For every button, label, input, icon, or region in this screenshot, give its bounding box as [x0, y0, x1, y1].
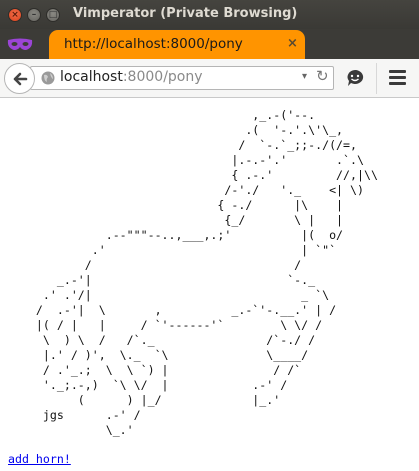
tab-title: http://localhost:8000/pony [64, 36, 243, 52]
reload-icon[interactable]: ↻ [316, 67, 329, 85]
tab-close-button[interactable]: × [287, 36, 298, 51]
pony-ascii-art: ,_.-('--. .( '-.'.\'\_, / `-.`_;;-./(/=,… [8, 108, 378, 438]
art-line: |.' / )', \._ `\ \____/ [8, 348, 309, 362]
art-line: \ ) \ / /`._ /`-./ / [8, 333, 316, 347]
back-button[interactable] [4, 63, 35, 94]
chat-icon[interactable] [346, 69, 364, 87]
art-line: {_/ \ | | [8, 213, 344, 227]
art-line: / .'_.; \ \ `) | / /` [8, 363, 302, 377]
globe-icon [41, 71, 55, 85]
art-line: |( / | | / `'------'` \ \/ / [8, 318, 323, 332]
hamburger-menu-icon[interactable] [389, 70, 406, 85]
art-line: ( ) |_/ |_.' [8, 393, 281, 407]
art-line: { -./ |\ | [8, 198, 344, 212]
url-host: localhost [60, 69, 123, 85]
art-line: \_.' [8, 423, 134, 437]
window-maximize-button[interactable]: □ [46, 8, 60, 22]
navigation-toolbar: localhost:8000/pony ▾ ↻ [0, 59, 419, 98]
tab-bar: http://localhost:8000/pony × [0, 29, 419, 59]
back-arrow-icon [13, 72, 28, 86]
art-line-signature: jgs .-' / [8, 408, 141, 422]
toolbar-separator [376, 63, 377, 94]
url-text[interactable]: localhost:8000/pony [60, 69, 203, 85]
art-line: / `-.`_;;-./(/=, [8, 138, 358, 152]
art-line: / / [8, 258, 302, 272]
art-line: { .-.' //,|\\ [8, 168, 378, 182]
art-line: '._;.-,) `\ \/ | .-' / [8, 378, 288, 392]
art-line: .' .'/| _ `\ [8, 288, 330, 302]
window-minimize-button[interactable]: – [27, 8, 41, 22]
art-line: / .-'| \ , _.-`'-.__.' | / [8, 303, 337, 317]
window-close-button[interactable]: × [8, 8, 22, 22]
dropdown-icon[interactable]: ▾ [302, 71, 307, 82]
art-line: .( '-.'.\'\_, [8, 123, 344, 137]
art-line: _.-'| `-._ [8, 273, 316, 287]
window-title: Vimperator (Private Browsing) [73, 6, 298, 21]
art-line: .--"""--..,___,.;' |( o/ [8, 228, 344, 242]
art-line: ,_.-('--. [8, 108, 316, 122]
url-path: :8000/pony [122, 69, 203, 85]
art-line: /-'./ '._ <| \) [8, 183, 364, 197]
url-bar[interactable]: localhost:8000/pony ▾ ↻ [30, 66, 334, 90]
window-titlebar: × – □ Vimperator (Private Browsing) [0, 0, 419, 29]
tab-active[interactable]: http://localhost:8000/pony × [49, 30, 305, 59]
art-line: .' | `"` [8, 243, 337, 257]
add-horn-link[interactable]: add horn! [8, 452, 71, 467]
art-line: |.-.-'.' .`.\ [8, 153, 364, 167]
private-mask-icon [7, 38, 33, 50]
